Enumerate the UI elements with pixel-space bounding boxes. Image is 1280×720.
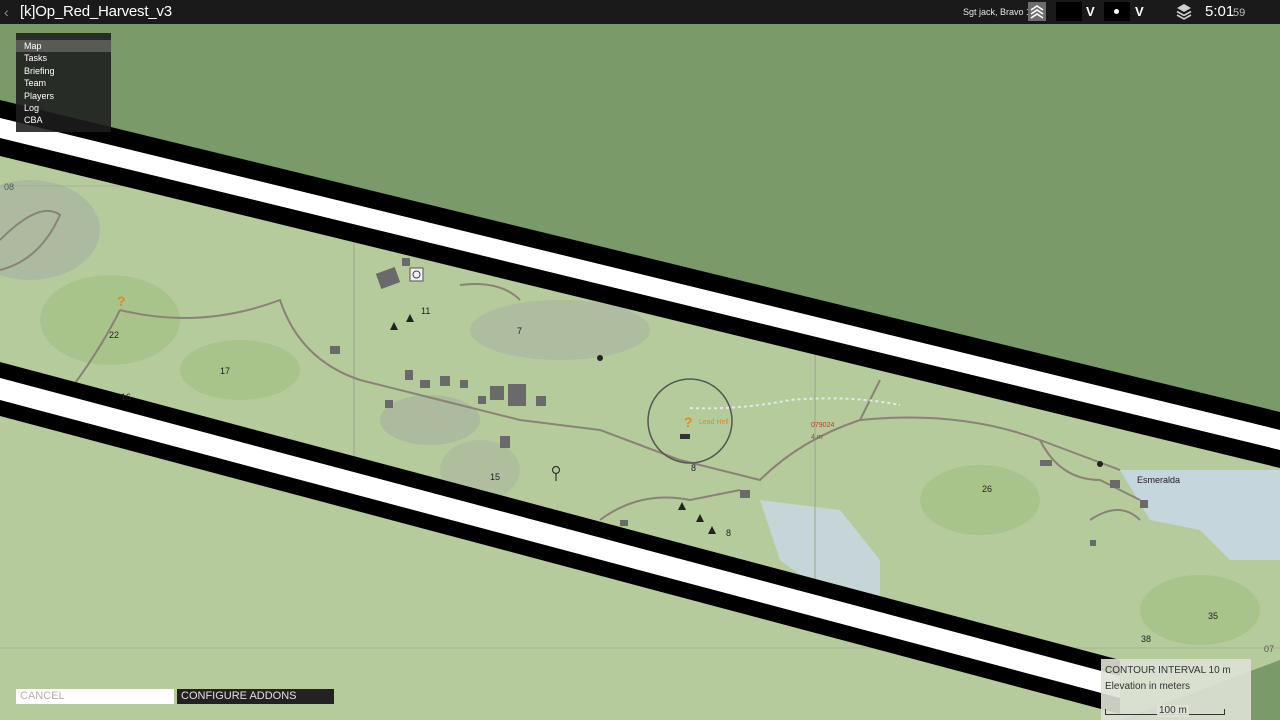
menu-item-map[interactable]: Map xyxy=(16,40,111,53)
menu-item-team[interactable]: Team xyxy=(16,77,111,89)
unknown-marker-icon[interactable]: ? xyxy=(684,414,693,430)
top-bar: ‹ [k]Op_Red_Harvest_v3 Sgt jack, Bravo 1… xyxy=(0,0,1280,24)
dot-icon xyxy=(1114,9,1119,14)
height-label: 26 xyxy=(982,484,992,494)
unknown-marker-icon[interactable]: ? xyxy=(117,293,126,309)
briefing-menu: Map Tasks Briefing Team Players Log CBA xyxy=(16,33,111,132)
mission-time: 5:01 xyxy=(1205,3,1235,20)
mission-time-seconds: 59 xyxy=(1233,7,1246,19)
mission-title: [k]Op_Red_Harvest_v3 xyxy=(20,3,172,20)
chevron-down-icon[interactable]: V xyxy=(1086,2,1095,21)
scale-label: 100 m xyxy=(1157,705,1189,717)
height-label: 7 xyxy=(517,326,522,336)
menu-item-log[interactable]: Log xyxy=(16,102,111,114)
configure-addons-button[interactable]: CONFIGURE ADDONS xyxy=(177,689,334,704)
height-label: 8 xyxy=(691,463,696,473)
menu-item-briefing[interactable]: Briefing xyxy=(16,65,111,77)
town-label: Esmeralda xyxy=(1137,475,1180,485)
red-marker-distance: 4 m xyxy=(811,434,823,441)
grid-label-07: 07 xyxy=(1264,644,1274,654)
height-label: 22 xyxy=(109,330,119,340)
menu-item-cba[interactable]: CBA xyxy=(16,114,111,126)
menu-item-players[interactable]: Players xyxy=(16,90,111,102)
player-position-icon[interactable] xyxy=(409,267,424,282)
height-label: 17 xyxy=(220,366,230,376)
height-label: 16 xyxy=(121,392,131,402)
back-icon[interactable]: ‹ xyxy=(4,3,9,21)
rank-icon xyxy=(1028,2,1046,21)
layers-icon[interactable] xyxy=(1176,3,1192,25)
cancel-button[interactable]: CANCEL xyxy=(16,689,174,704)
height-label: 8 xyxy=(726,528,731,538)
map-legend: CONTOUR INTERVAL 10 m Elevation in meter… xyxy=(1101,659,1251,720)
grid-label-08: 08 xyxy=(4,182,14,192)
height-label: 35 xyxy=(1208,611,1218,621)
height-label: 38 xyxy=(1141,634,1151,644)
contour-interval-label: CONTOUR INTERVAL 10 m xyxy=(1105,665,1231,676)
color-swatch-button[interactable] xyxy=(1056,2,1082,21)
height-label: 11 xyxy=(421,306,430,316)
menu-item-tasks[interactable]: Tasks xyxy=(16,52,111,64)
game-map-screen: 08 07 22 17 16 11 7 15 8 8 26 35 38 Esme… xyxy=(0,0,1280,720)
chevron-down-icon[interactable]: V xyxy=(1135,2,1144,21)
player-name: Sgt jack, Bravo 1 xyxy=(963,7,1032,17)
map-view[interactable]: 08 07 22 17 16 11 7 15 8 8 26 35 38 Esme… xyxy=(0,0,1280,720)
marker-label: Lead Hell xyxy=(699,419,729,426)
height-label: 15 xyxy=(490,472,500,482)
elevation-label: Elevation in meters xyxy=(1105,681,1191,692)
red-marker-grid: 079024 xyxy=(811,422,834,429)
